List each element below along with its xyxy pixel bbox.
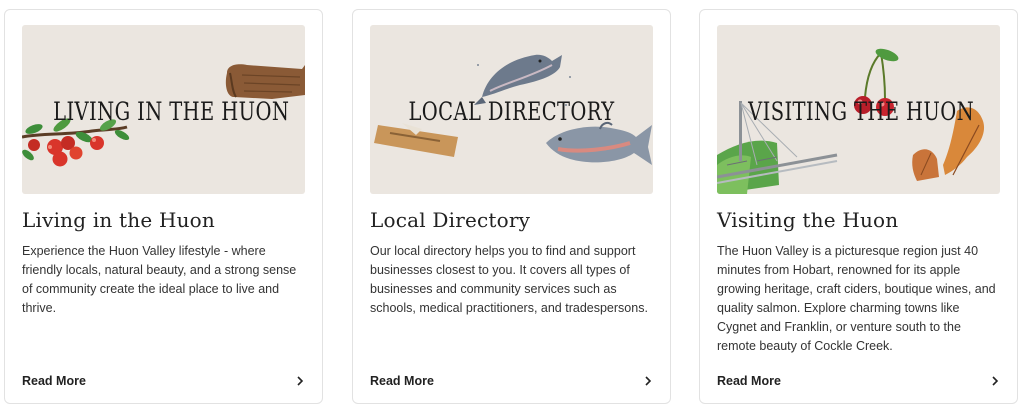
card-description: The Huon Valley is a picturesque region … xyxy=(717,244,996,353)
read-more-label: Read More xyxy=(22,374,86,388)
card-illustration-directory: Local Directory xyxy=(370,25,653,194)
card-local-directory[interactable]: Local Directory Local Directory Our loca… xyxy=(352,9,671,404)
read-more-link[interactable]: Read More xyxy=(717,371,1000,391)
card-title: Visiting the Huon xyxy=(717,208,899,232)
read-more-link[interactable]: Read More xyxy=(370,371,653,391)
card-living-in-the-huon[interactable]: Living in the Huon Living in the Huon Ex… xyxy=(4,9,323,404)
card-illustration-title: Living in the Huon xyxy=(53,97,290,126)
card-illustration-visiting: Visiting the Huon xyxy=(717,25,1000,194)
chevron-right-icon xyxy=(643,375,653,387)
card-illustration-living: Living in the Huon xyxy=(22,25,305,194)
card-description: Our local directory helps you to find an… xyxy=(370,244,648,315)
card-illustration-title: Visiting the Huon xyxy=(748,97,975,126)
card-title: Local Directory xyxy=(370,208,531,232)
cutting-board-illustration xyxy=(374,123,458,157)
card-illustration-title: Local Directory xyxy=(408,97,615,126)
salmon-fish-illustration xyxy=(546,121,652,165)
card-grid: Living in the Huon Living in the Huon Ex… xyxy=(0,0,1024,416)
read-more-link[interactable]: Read More xyxy=(22,371,305,391)
card-visiting-the-huon[interactable]: Visiting the Huon Visiting the Huon The … xyxy=(699,9,1018,404)
card-title: Living in the Huon xyxy=(22,208,216,232)
wooden-log-illustration xyxy=(225,64,305,99)
read-more-label: Read More xyxy=(370,374,434,388)
card-description: Experience the Huon Valley lifestyle - w… xyxy=(22,244,297,315)
read-more-label: Read More xyxy=(717,374,781,388)
chevron-right-icon xyxy=(295,375,305,387)
chevron-right-icon xyxy=(990,375,1000,387)
